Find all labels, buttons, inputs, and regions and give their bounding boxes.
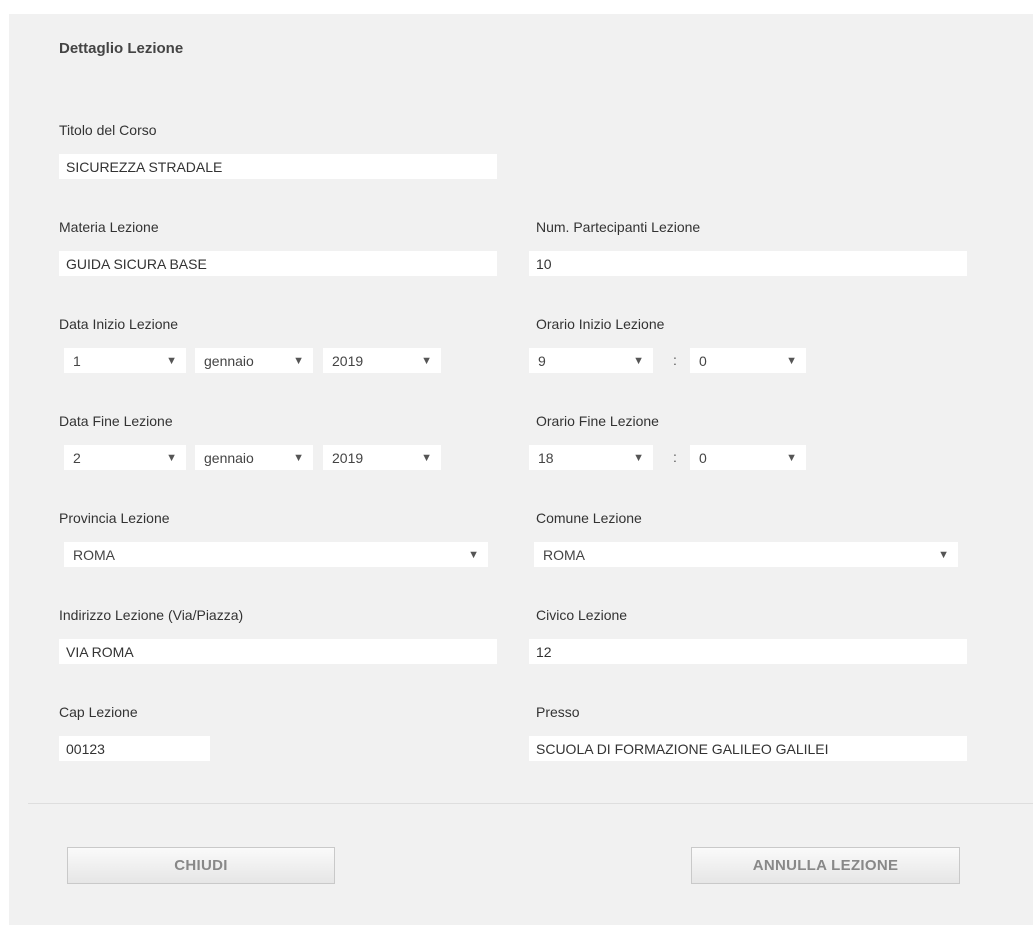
subject-input[interactable]	[59, 251, 497, 276]
end-month-select[interactable]: gennaio ▼	[195, 445, 313, 470]
triangle-down-icon: ▼	[166, 354, 177, 367]
start-year-select[interactable]: 2019 ▼	[323, 348, 441, 373]
subject-label: Materia Lezione	[59, 219, 159, 235]
end-day-value: 2	[73, 449, 81, 466]
start-year-value: 2019	[332, 352, 364, 369]
triangle-down-icon: ▼	[633, 354, 644, 367]
triangle-down-icon: ▼	[633, 451, 644, 464]
end-time-label: Orario Fine Lezione	[536, 413, 659, 429]
course-title-label: Titolo del Corso	[59, 122, 157, 138]
start-date-label: Data Inizio Lezione	[59, 316, 179, 332]
triangle-down-icon: ▼	[293, 354, 304, 367]
street-number-label: Civico Lezione	[536, 607, 628, 623]
street-number-input[interactable]	[529, 639, 967, 664]
cancel-lesson-button[interactable]: ANNULLA LEZIONE	[691, 847, 960, 884]
start-minute-select[interactable]: 0 ▼	[690, 348, 806, 373]
postal-code-input[interactable]	[59, 736, 210, 761]
page-title: Dettaglio Lezione	[59, 40, 184, 57]
start-minute-value: 0	[699, 352, 707, 369]
triangle-down-icon: ▼	[468, 548, 479, 561]
postal-code-label: Cap Lezione	[59, 704, 138, 720]
address-label: Indirizzo Lezione (Via/Piazza)	[59, 607, 244, 623]
end-minute-value: 0	[699, 449, 707, 466]
triangle-down-icon: ▼	[166, 451, 177, 464]
triangle-down-icon: ▼	[938, 548, 949, 561]
start-hour-value: 9	[538, 352, 546, 369]
triangle-down-icon: ▼	[786, 354, 797, 367]
triangle-down-icon: ▼	[421, 451, 432, 464]
address-input[interactable]	[59, 639, 497, 664]
course-title-input[interactable]	[59, 154, 497, 179]
start-day-select[interactable]: 1 ▼	[64, 348, 186, 373]
time-separator: :	[673, 449, 677, 465]
end-date-label: Data Fine Lezione	[59, 413, 173, 429]
close-button[interactable]: CHIUDI	[67, 847, 335, 884]
province-label: Provincia Lezione	[59, 510, 170, 526]
province-select[interactable]: ROMA ▼	[64, 542, 488, 567]
end-year-select[interactable]: 2019 ▼	[323, 445, 441, 470]
municipality-label: Comune Lezione	[536, 510, 642, 526]
end-day-select[interactable]: 2 ▼	[64, 445, 186, 470]
triangle-down-icon: ▼	[786, 451, 797, 464]
triangle-down-icon: ▼	[293, 451, 304, 464]
start-month-select[interactable]: gennaio ▼	[195, 348, 313, 373]
start-day-value: 1	[73, 352, 81, 369]
start-month-value: gennaio	[204, 352, 254, 369]
start-time-label: Orario Inizio Lezione	[536, 316, 665, 332]
end-month-value: gennaio	[204, 449, 254, 466]
end-year-value: 2019	[332, 449, 364, 466]
start-hour-select[interactable]: 9 ▼	[529, 348, 653, 373]
venue-label: Presso	[536, 704, 580, 720]
municipality-value: ROMA	[543, 546, 585, 563]
time-separator: :	[673, 352, 677, 368]
footer-divider	[28, 803, 1033, 804]
municipality-select[interactable]: ROMA ▼	[534, 542, 958, 567]
participants-label: Num. Partecipanti Lezione	[536, 219, 701, 235]
triangle-down-icon: ▼	[421, 354, 432, 367]
end-hour-value: 18	[538, 449, 554, 466]
participants-input[interactable]	[529, 251, 967, 276]
venue-input[interactable]	[529, 736, 967, 761]
end-minute-select[interactable]: 0 ▼	[690, 445, 806, 470]
province-value: ROMA	[73, 546, 115, 563]
end-hour-select[interactable]: 18 ▼	[529, 445, 653, 470]
